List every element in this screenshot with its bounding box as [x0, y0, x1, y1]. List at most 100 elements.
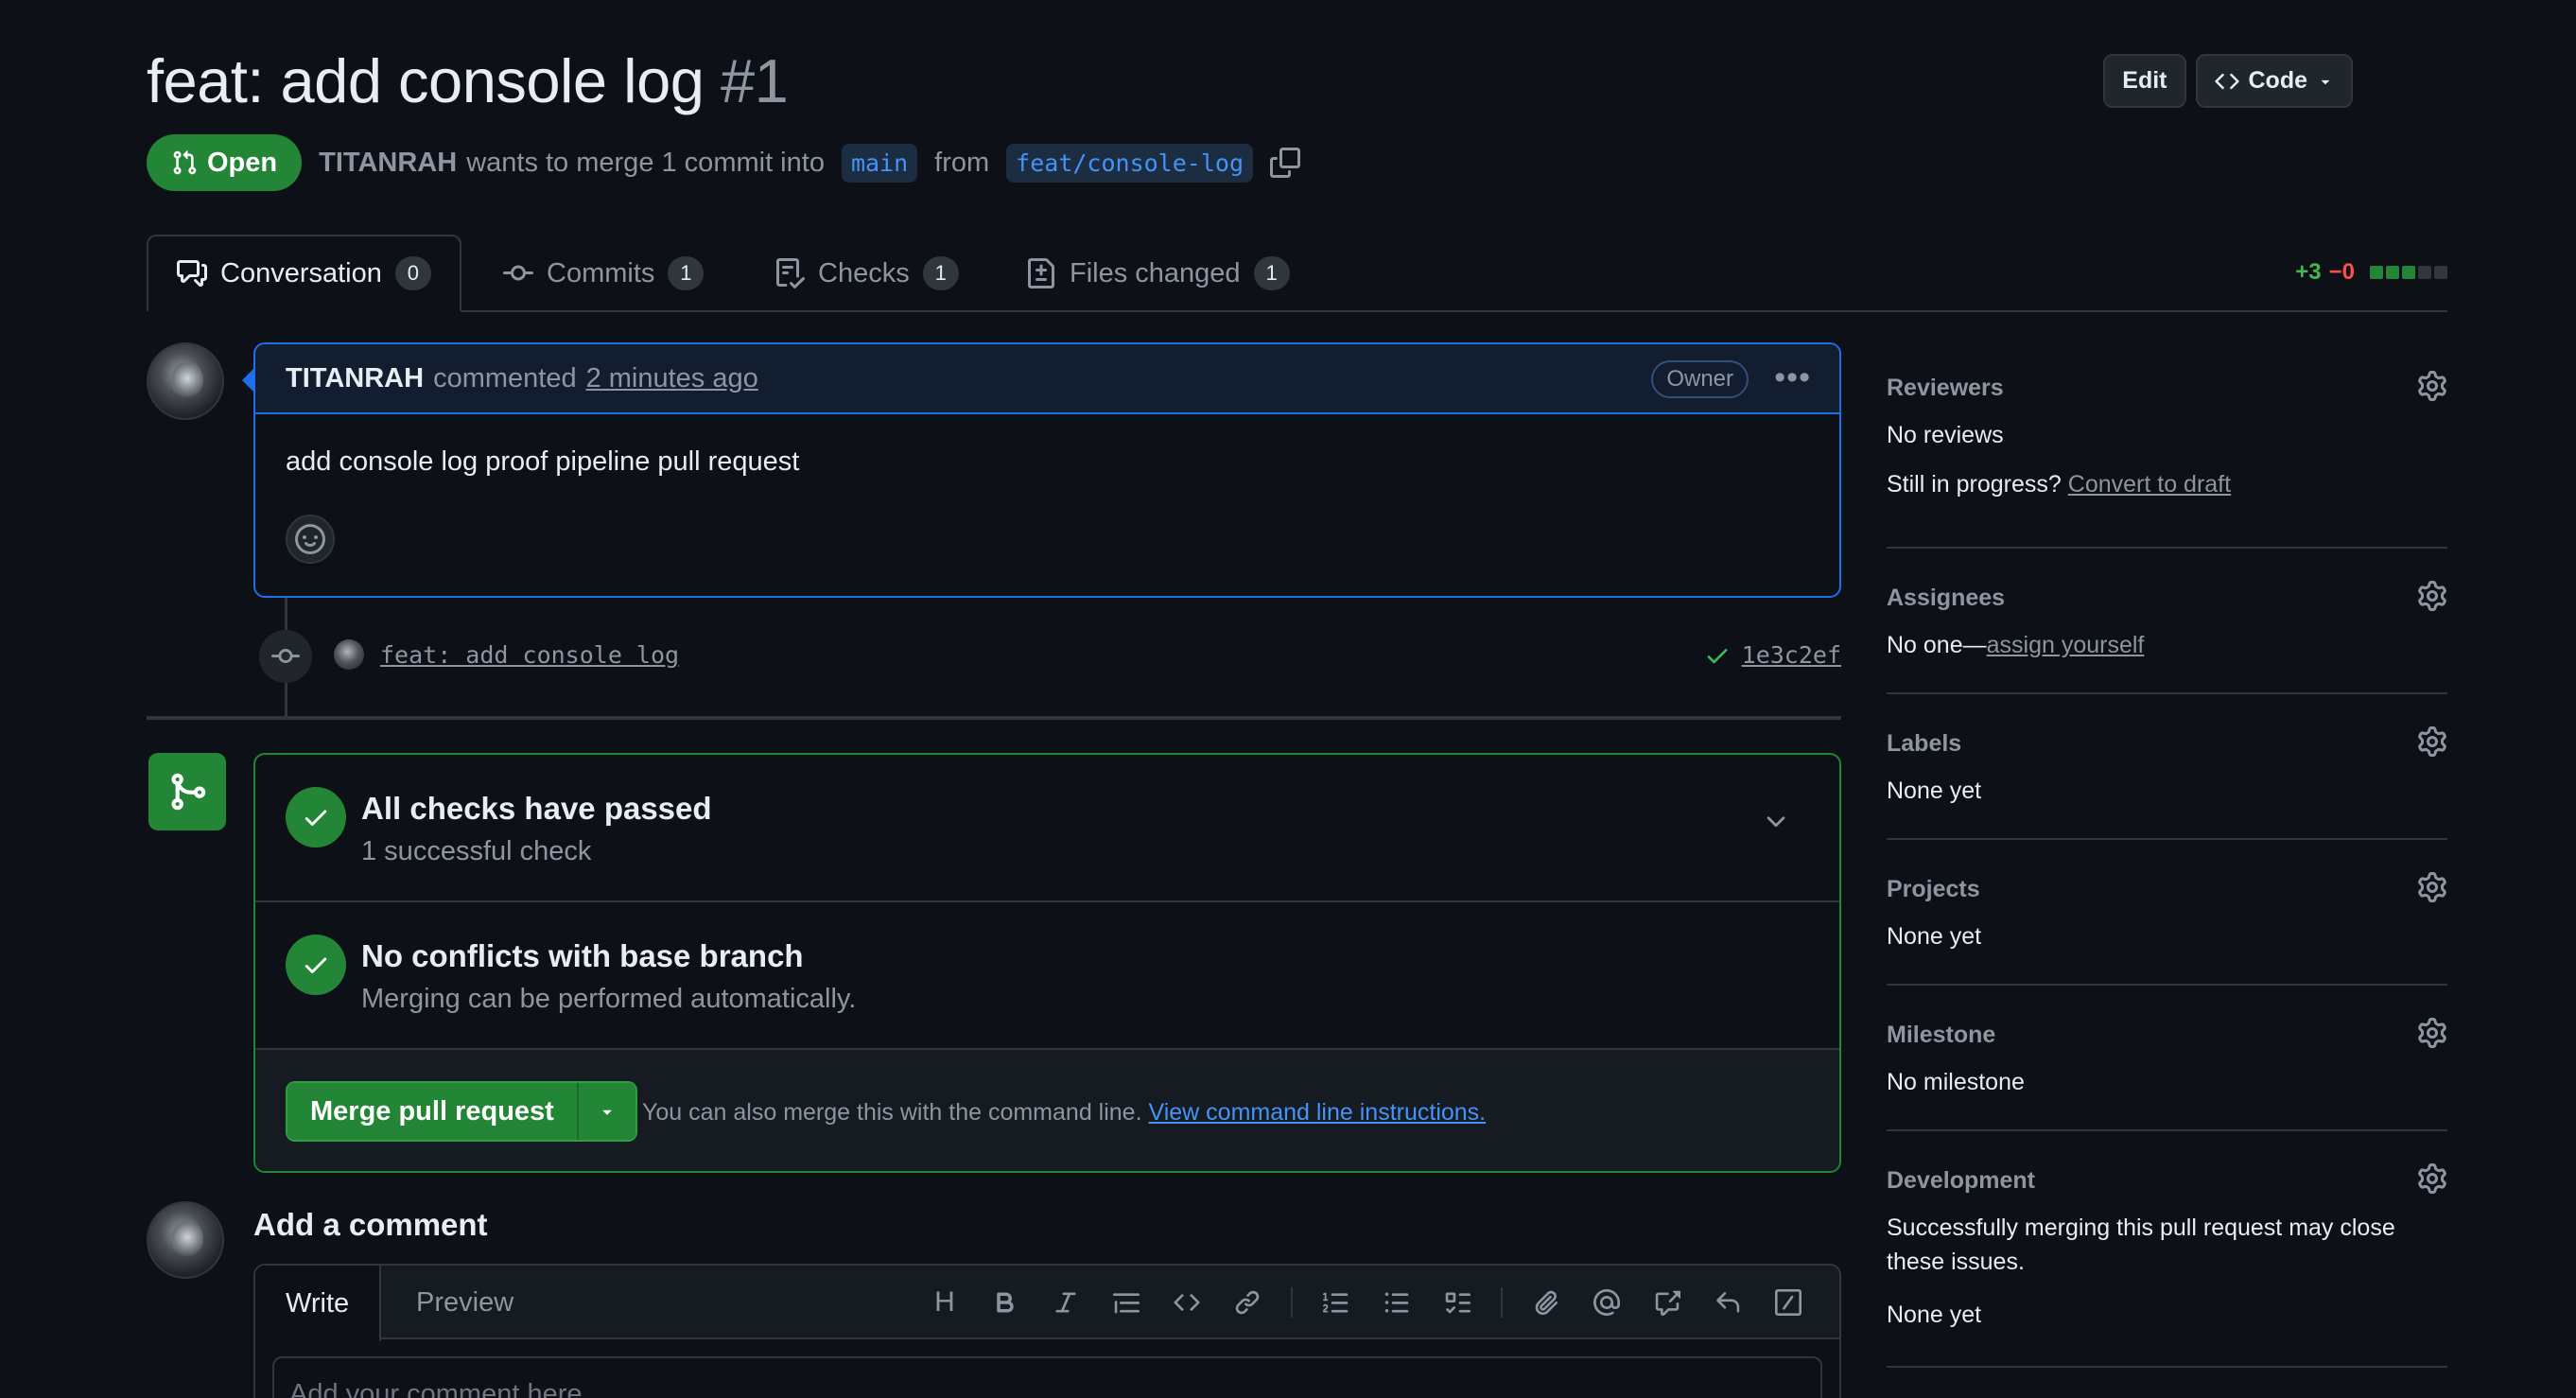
gear-icon[interactable]	[2417, 581, 2447, 611]
comment-header: TITANRAH commented 2 minutes ago Owner •…	[255, 344, 1839, 414]
pr-meta: Open TITANRAH wants to merge 1 commit in…	[147, 134, 1300, 191]
labels-title[interactable]: Labels	[1887, 730, 1961, 758]
merge-hint-text: You can also merge this with the command…	[642, 1099, 1142, 1126]
git-commit-icon	[503, 258, 533, 288]
gear-icon[interactable]	[2417, 1018, 2447, 1048]
comment-author[interactable]: TITANRAH	[286, 363, 424, 394]
tab-checks[interactable]: Checks 1	[775, 235, 959, 312]
code-icon[interactable]	[1157, 1272, 1217, 1333]
gear-icon[interactable]	[2417, 872, 2447, 902]
check-circle-icon	[286, 787, 346, 848]
assignees-none-text: No one—	[1887, 632, 1987, 658]
merge-box: All checks have passed 1 successful chec…	[253, 753, 1841, 1173]
avatar[interactable]	[147, 1201, 224, 1279]
cross-reference-icon[interactable]	[1637, 1272, 1697, 1333]
conflicts-subtitle: Merging can be performed automatically.	[361, 984, 857, 1014]
commit-node	[259, 630, 312, 683]
commit-message-link[interactable]: feat: add console log	[380, 641, 679, 669]
chevron-down-icon[interactable]	[1762, 808, 1790, 836]
assign-yourself-link[interactable]: assign yourself	[1987, 632, 2145, 658]
merge-options-dropdown[interactable]	[576, 1083, 635, 1140]
tab-conversation-count: 0	[394, 256, 431, 290]
comment-body: add console log proof pipeline pull requ…	[286, 446, 800, 477]
projects-title[interactable]: Projects	[1887, 876, 1980, 903]
tasklist-icon[interactable]	[1427, 1272, 1488, 1333]
paperclip-icon[interactable]	[1516, 1272, 1576, 1333]
edit-button[interactable]: Edit	[2103, 54, 2186, 108]
ordered-list-icon[interactable]	[1306, 1272, 1366, 1333]
head-branch[interactable]: feat/console-log	[1006, 143, 1253, 183]
toolbar-divider	[1501, 1287, 1503, 1318]
code-button[interactable]: Code	[2195, 54, 2353, 108]
git-merge-icon	[148, 753, 226, 830]
pr-author-link[interactable]: TITANRAH	[319, 148, 457, 179]
file-diff-icon	[1026, 258, 1056, 288]
diffstat-block	[2402, 266, 2415, 279]
development-value: None yet	[1887, 1302, 1982, 1328]
tab-commits[interactable]: Commits 1	[503, 235, 705, 312]
link-icon[interactable]	[1217, 1272, 1278, 1333]
check-circle-icon	[286, 935, 346, 995]
slash-command-icon[interactable]	[1758, 1272, 1819, 1333]
owner-badge: Owner	[1651, 360, 1749, 398]
diffstat-block	[2370, 266, 2383, 279]
comment-action: commented	[433, 362, 577, 393]
tab-conversation[interactable]: Conversation 0	[147, 235, 461, 312]
tab-conversation-label: Conversation	[220, 257, 382, 288]
tab-commits-count: 1	[668, 256, 705, 290]
convert-to-draft-link[interactable]: Convert to draft	[2068, 471, 2231, 498]
add-comment-title: Add a comment	[253, 1207, 488, 1242]
state-label: Open	[207, 147, 278, 178]
bold-icon[interactable]	[975, 1272, 1036, 1333]
draft-prompt-text: Still in progress?	[1887, 471, 2062, 498]
gear-icon[interactable]	[2417, 726, 2447, 757]
pr-title: feat: add console log #1	[147, 45, 789, 116]
development-title[interactable]: Development	[1887, 1167, 2035, 1195]
development-description: Successfully merging this pull request m…	[1887, 1215, 2395, 1241]
tab-write[interactable]: Write	[255, 1266, 382, 1341]
reviewers-title[interactable]: Reviewers	[1887, 375, 2004, 402]
comment-notch	[242, 369, 253, 392]
comment-textarea[interactable]: Add your comment here...	[272, 1356, 1822, 1398]
tab-files-changed-count: 1	[1253, 256, 1290, 290]
avatar[interactable]	[147, 342, 224, 420]
editor-header: Write Preview H	[255, 1266, 1839, 1341]
timeline-break	[147, 716, 1841, 720]
sidebar-projects: Projects None yet	[1887, 872, 2447, 986]
sidebar-assignees: Assignees No one—assign yourself	[1887, 581, 2447, 694]
diffstat-blocks	[2370, 266, 2447, 279]
italic-icon[interactable]	[1036, 1272, 1096, 1333]
header-actions: Edit Code	[2103, 54, 2353, 108]
tab-files-changed[interactable]: Files changed 1	[1026, 235, 1290, 312]
comment-discussion-icon	[177, 258, 207, 288]
mention-icon[interactable]	[1576, 1272, 1637, 1333]
assignees-title[interactable]: Assignees	[1887, 585, 2005, 612]
tab-checks-count: 1	[922, 256, 959, 290]
comment-timestamp[interactable]: 2 minutes ago	[586, 363, 758, 394]
unordered-list-icon[interactable]	[1366, 1272, 1427, 1333]
milestone-title[interactable]: Milestone	[1887, 1022, 1995, 1049]
base-branch[interactable]: main	[841, 143, 918, 183]
merge-footer: Merge pull request You can also merge th…	[255, 1050, 1839, 1171]
merge-hint: You can also merge this with the command…	[642, 1099, 1486, 1127]
diffstat-deletions: −0	[2328, 259, 2355, 285]
checks-section[interactable]: All checks have passed 1 successful chec…	[255, 755, 1839, 902]
copy-icon[interactable]	[1270, 148, 1300, 178]
command-line-instructions-link[interactable]: View command line instructions.	[1148, 1099, 1486, 1126]
commit-sha-link[interactable]: 1e3c2ef	[1742, 641, 1841, 669]
diffstat-block	[2386, 266, 2399, 279]
gear-icon[interactable]	[2417, 1163, 2447, 1194]
gear-icon[interactable]	[2417, 371, 2447, 401]
reply-icon[interactable]	[1697, 1272, 1758, 1333]
quote-icon[interactable]	[1096, 1272, 1157, 1333]
tab-preview[interactable]: Preview	[416, 1266, 513, 1339]
kebab-horizontal-icon[interactable]: •••	[1774, 361, 1811, 393]
tab-files-changed-label: Files changed	[1070, 257, 1241, 288]
heading-icon[interactable]: H	[914, 1272, 975, 1333]
merge-pull-request-button[interactable]: Merge pull request	[287, 1083, 577, 1140]
caret-down-icon	[2317, 73, 2334, 90]
pr-tabs: Conversation 0 Commits 1 Checks 1 Files …	[147, 235, 2447, 312]
add-reaction-button[interactable]	[286, 515, 335, 564]
commit-author-avatar[interactable]	[334, 639, 364, 670]
development-description-line2: these issues.	[1887, 1249, 2025, 1275]
